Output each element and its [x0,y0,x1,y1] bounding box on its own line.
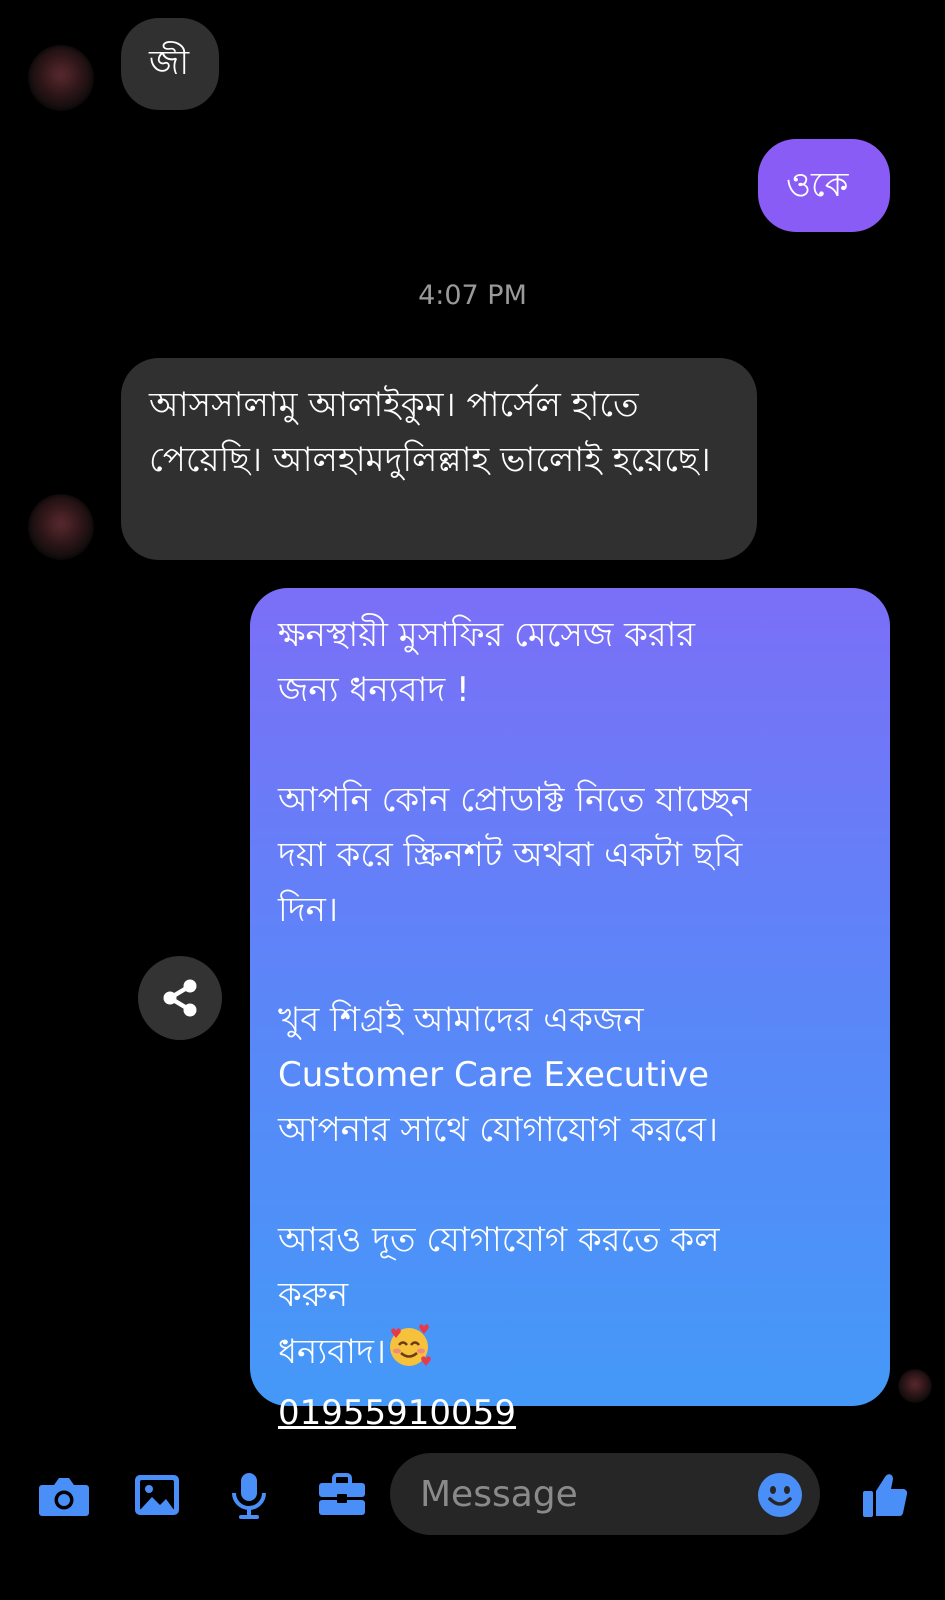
share-icon [163,979,197,1017]
contact-avatar[interactable] [28,494,94,560]
camera-button[interactable] [36,1474,92,1518]
gallery-icon [135,1475,179,1515]
message-line: জন্য ধন্যবাদ ! [278,670,470,710]
microphone-icon [232,1473,266,1519]
message-text: জী [149,43,190,83]
message-line: দয়া করে স্ক্রিনশট অথবা একটা ছবি [278,835,743,875]
share-button[interactable] [138,956,222,1040]
message-line: আপনার সাথে যোগাযোগ করবে। [278,1110,719,1150]
emoji-icon [758,1473,802,1517]
thumbs-up-icon [863,1474,908,1517]
business-tools-button[interactable] [316,1472,368,1518]
message-line: দিন। [278,890,339,930]
contact-avatar[interactable] [28,45,94,111]
message-text: ধন্যবাদ। [278,1332,387,1372]
microphone-button[interactable] [226,1470,272,1522]
message-line: Customer Care Executive [278,1055,710,1095]
message-line: ক্ষনস্থায়ী মুসাফির মেসেজ করার [278,615,696,655]
smiling-face-with-hearts-icon [386,1323,432,1386]
message-line: খুব শিগ্রই আমাদের একজন [278,1000,644,1040]
message-line-with-emoji: ধন্যবাদ। [278,1323,866,1386]
received-message-bubble[interactable]: জী [121,18,220,110]
message-timestamp: 4:07 PM [418,280,527,311]
like-button[interactable] [860,1468,910,1520]
sent-auto-reply-bubble[interactable]: ক্ষনস্থায়ী মুসাফির মেসেজ করার জন্য ধন্য… [250,588,890,1433]
sent-message-bubble[interactable]: ওকে [758,139,890,232]
briefcase-icon [319,1473,365,1515]
message-input[interactable] [418,1472,742,1516]
phone-number[interactable]: 01955910059 [278,1393,516,1433]
message-text: আসসালামু আলাইকুম। পার্সেল হাতে পেয়েছি। … [149,385,711,480]
message-line: আরও দূত যোগাযোগ করতে কল [278,1220,720,1260]
message-line: আপনি কোন প্রোডাক্ট নিতে যাচ্ছেন [278,780,751,820]
message-text: ওকে [786,165,849,205]
emoji-button[interactable] [756,1471,804,1519]
received-message-bubble[interactable]: আসসালামু আলাইকুম। পার্সেল হাতে পেয়েছি। … [121,358,757,560]
camera-icon [39,1478,89,1516]
message-line: করুন [278,1275,349,1315]
phone-number-link[interactable]: 01955910059 [278,1386,866,1441]
read-receipt-avatar [898,1369,932,1403]
gallery-button[interactable] [132,1472,182,1518]
